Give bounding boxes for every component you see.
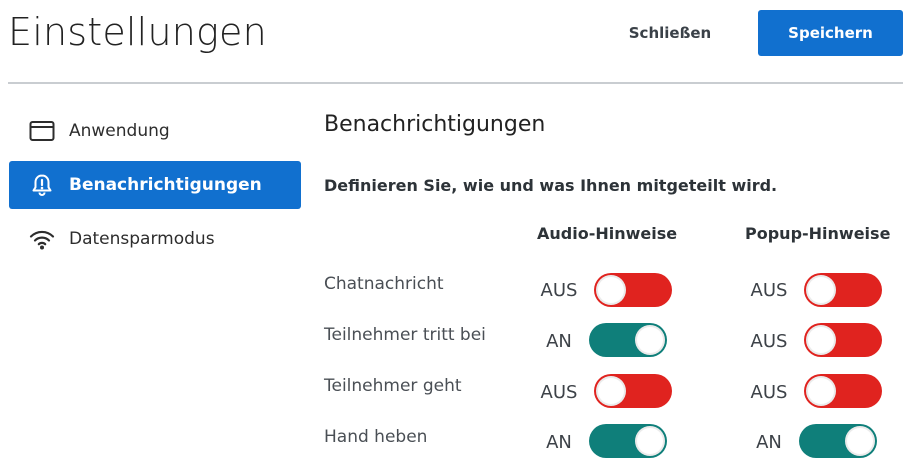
toggle-knob [806,325,836,355]
popup-state-label: AN [756,432,782,453]
audio-toggle-teilnehmer-tritt-bei[interactable] [589,323,667,357]
audio-state-label: AUS [540,382,578,403]
wifi-icon [29,227,55,251]
toggle-knob [635,426,665,456]
audio-state-label: AN [546,331,572,352]
toggle-knob [806,275,836,305]
toggle-knob [596,376,626,406]
toggle-knob [596,275,626,305]
audio-state-label: AUS [540,280,578,301]
sidebar-item-anwendung[interactable]: Anwendung [9,107,301,155]
row-label-teilnehmer-geht: Teilnehmer geht [324,376,462,396]
popup-toggle-teilnehmer-geht[interactable] [804,374,882,408]
popup-toggle-hand-heben[interactable] [799,424,877,458]
column-header-popup: Popup-Hinweise [745,224,891,243]
audio-state-label: AN [546,432,572,453]
toggle-knob [845,426,875,456]
toggle-knob [806,376,836,406]
close-button[interactable]: Schließen [608,10,732,56]
popup-state-label: AUS [750,280,788,301]
audio-toggle-teilnehmer-geht[interactable] [594,374,672,408]
column-header-audio: Audio-Hinweise [537,224,678,243]
sidebar-item-datensparmodus[interactable]: Datensparmodus [9,215,301,263]
popup-toggle-chatnachricht[interactable] [804,273,882,307]
bell-alert-icon [29,173,55,197]
sidebar-item-label: Benachrichtigungen [69,175,262,195]
audio-toggle-hand-heben[interactable] [589,424,667,458]
audio-toggle-chatnachricht[interactable] [594,273,672,307]
row-label-teilnehmer-tritt-bei: Teilnehmer tritt bei [324,325,486,345]
row-label-hand-heben: Hand heben [324,427,428,447]
popup-toggle-teilnehmer-tritt-bei[interactable] [804,323,882,357]
row-label-chatnachricht: Chatnachricht [324,274,444,294]
popup-state-label: AUS [750,382,788,403]
save-button[interactable]: Speichern [758,10,903,56]
page-title: Einstellungen [8,10,267,54]
header-divider [8,82,903,84]
sidebar-item-benachrichtigungen[interactable]: Benachrichtigungen [9,161,301,209]
section-title: Benachrichtigungen [324,112,546,137]
window-icon [29,119,55,143]
popup-state-label: AUS [750,331,788,352]
section-description: Definieren Sie, wie und was Ihnen mitget… [324,176,778,195]
toggle-knob [635,325,665,355]
sidebar-item-label: Anwendung [69,121,170,141]
sidebar-item-label: Datensparmodus [69,229,215,249]
